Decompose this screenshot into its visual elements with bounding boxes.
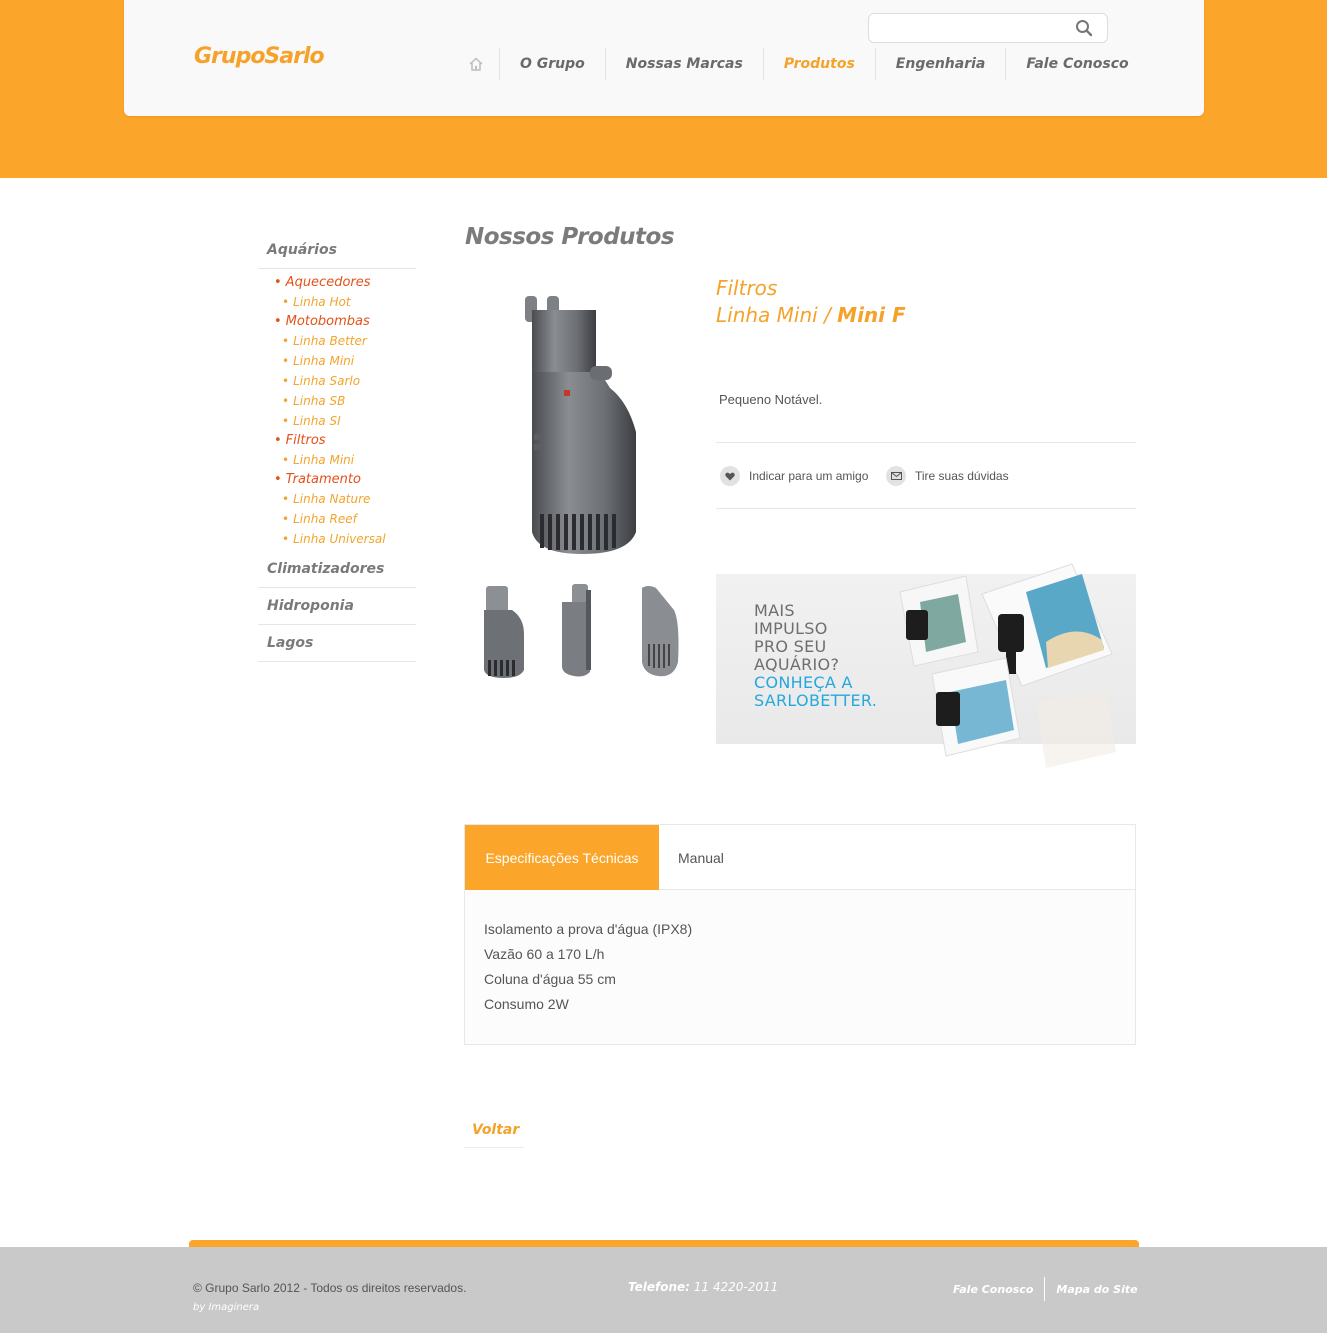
site-logo[interactable]: GrupoSarlo bbox=[194, 44, 325, 69]
banner-line: IMPULSO bbox=[754, 619, 828, 638]
recommend-friend-label: Indicar para um amigo bbox=[749, 469, 869, 483]
sidebar-item-linha-sarlo[interactable]: • Linha Sarlo bbox=[274, 371, 416, 391]
back-link[interactable]: Voltar bbox=[464, 1118, 524, 1148]
sidebar-item-motobombas[interactable]: • Motobombas bbox=[274, 312, 416, 331]
spec-item: Consumo 2W bbox=[484, 996, 569, 1012]
sidebar-item-tratamento[interactable]: • Tratamento bbox=[274, 470, 416, 489]
nav-engenharia[interactable]: Engenharia bbox=[876, 48, 1007, 80]
ask-questions-link[interactable]: Tire suas dúvidas bbox=[886, 466, 1009, 486]
footer-links: Fale Conosco Mapa do Site bbox=[942, 1277, 1149, 1301]
product-thumbnail[interactable] bbox=[630, 582, 690, 682]
recommend-friend-link[interactable]: Indicar para um amigo bbox=[720, 466, 868, 486]
sarlobetter-promo-banner[interactable]: MAIS IMPULSO PRO SEU AQUÁRIO? CONHEÇA A … bbox=[716, 563, 1136, 768]
banner-line: AQUÁRIO? bbox=[754, 655, 840, 674]
phone-number: 11 4220-2011 bbox=[689, 1280, 779, 1294]
envelope-icon bbox=[886, 466, 906, 486]
sidebar-item-linha-universal[interactable]: • Linha Universal bbox=[274, 529, 416, 549]
sidebar-item-linha-si[interactable]: • Linha SI bbox=[274, 411, 416, 431]
spec-item: Vazão 60 a 170 L/h bbox=[484, 946, 605, 962]
sidebar-item-linha-reef[interactable]: • Linha Reef bbox=[274, 509, 416, 529]
product-thumbnail[interactable] bbox=[474, 582, 534, 682]
sidebar-category-aquarios[interactable]: Aquários bbox=[258, 232, 416, 269]
page-title: Nossos Produtos bbox=[465, 224, 675, 250]
search-input[interactable] bbox=[869, 14, 1069, 42]
banner-line: PRO SEU bbox=[754, 637, 827, 656]
sidebar-category-hidroponia[interactable]: Hidroponia bbox=[258, 588, 416, 625]
banner-line: MAIS bbox=[754, 601, 795, 620]
agency-credit[interactable]: by Imaginera bbox=[193, 1302, 259, 1313]
site-header: GrupoSarlo O Grupo Nossas Marcas Produto… bbox=[124, 0, 1204, 116]
product-line-prefix: Linha Mini / bbox=[716, 303, 838, 327]
sidebar-item-filtros-linha-mini[interactable]: • Linha Mini bbox=[274, 450, 416, 470]
technical-specs-list: Isolamento a prova d'água (IPX8) Vazão 6… bbox=[484, 917, 692, 1017]
sidebar-item-linha-better[interactable]: • Linha Better bbox=[274, 331, 416, 351]
banner-text: MAIS IMPULSO PRO SEU AQUÁRIO? CONHEÇA A … bbox=[754, 602, 877, 710]
product-boxes-illustration bbox=[899, 563, 1116, 768]
divider bbox=[716, 442, 1136, 443]
search-box bbox=[868, 13, 1108, 43]
product-description: Pequeno Notável. bbox=[719, 392, 823, 407]
ask-questions-label: Tire suas dúvidas bbox=[915, 469, 1009, 483]
nav-nossas-marcas[interactable]: Nossas Marcas bbox=[606, 48, 764, 80]
product-category: Filtros bbox=[716, 276, 778, 300]
footer-phone: Telefone: 11 4220-2011 bbox=[628, 1280, 778, 1294]
sidebar-item-linha-hot[interactable]: • Linha Hot bbox=[274, 292, 416, 312]
sidebar-item-linha-mini[interactable]: • Linha Mini bbox=[274, 351, 416, 371]
nav-fale-conosco[interactable]: Fale Conosco bbox=[1006, 48, 1148, 80]
product-main-image[interactable] bbox=[518, 292, 648, 567]
footer-link-mapa-do-site[interactable]: Mapa do Site bbox=[1045, 1283, 1148, 1296]
product-model: Mini F bbox=[837, 303, 906, 327]
sidebar-item-aquecedores[interactable]: • Aquecedores bbox=[274, 273, 416, 292]
main-nav: O Grupo Nossas Marcas Produtos Engenhari… bbox=[452, 48, 1149, 80]
banner-highlight-line: SARLOBETTER. bbox=[754, 691, 878, 710]
copyright-text: © Grupo Sarlo 2012 - Todos os direitos r… bbox=[193, 1281, 467, 1295]
nav-home[interactable] bbox=[452, 48, 500, 80]
divider bbox=[716, 508, 1136, 509]
heart-icon bbox=[720, 466, 740, 486]
phone-label: Telefone: bbox=[628, 1280, 690, 1294]
tab-bar: Especificações Técnicas Manual bbox=[465, 825, 1135, 890]
footer-link-fale-conosco[interactable]: Fale Conosco bbox=[942, 1283, 1044, 1296]
specs-tabs-panel: Especificações Técnicas Manual Isolament… bbox=[464, 824, 1136, 1045]
banner-highlight-line: CONHEÇA A bbox=[754, 673, 853, 692]
site-footer: © Grupo Sarlo 2012 - Todos os direitos r… bbox=[0, 1247, 1327, 1333]
aquarios-submenu: • Aquecedores • Linha Hot • Motobombas • Lin… bbox=[258, 269, 416, 551]
sidebar-item-linha-sb[interactable]: • Linha SB bbox=[274, 391, 416, 411]
sidebar-category-climatizadores[interactable]: Climatizadores bbox=[258, 551, 416, 588]
nav-o-grupo[interactable]: O Grupo bbox=[500, 48, 606, 80]
spec-item: Coluna d'água 55 cm bbox=[484, 971, 616, 987]
spec-item: Isolamento a prova d'água (IPX8) bbox=[484, 921, 693, 937]
product-thumbnail[interactable] bbox=[548, 582, 608, 682]
nav-produtos[interactable]: Produtos bbox=[764, 48, 876, 80]
tab-manual[interactable]: Manual bbox=[678, 825, 724, 890]
sidebar-item-linha-nature[interactable]: • Linha Nature bbox=[274, 489, 416, 509]
sidebar-item-filtros[interactable]: • Filtros bbox=[274, 431, 416, 450]
home-icon bbox=[468, 57, 483, 71]
tab-especificacoes-tecnicas[interactable]: Especificações Técnicas bbox=[465, 825, 659, 890]
product-category-sidebar: Aquários • Aquecedores • Linha Hot • Motobo… bbox=[258, 232, 416, 662]
sidebar-category-lagos[interactable]: Lagos bbox=[258, 625, 416, 662]
search-icon[interactable] bbox=[1075, 19, 1093, 37]
product-line: Linha Mini / Mini F bbox=[716, 303, 906, 327]
